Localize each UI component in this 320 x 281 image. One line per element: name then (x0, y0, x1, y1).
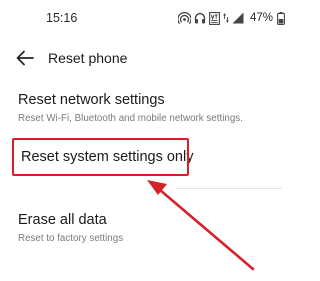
headphones-icon (194, 12, 206, 24)
divider (176, 188, 282, 189)
item-title: Reset system settings only (21, 149, 194, 165)
volte-icon (209, 11, 220, 25)
top-app-bar: Reset phone (0, 40, 300, 76)
arrow-left-icon (14, 50, 36, 72)
data-arrows-icon (223, 12, 229, 24)
battery-percent: 47% (250, 12, 274, 24)
status-time: 15:16 (46, 11, 78, 25)
battery-icon (277, 11, 285, 25)
reset-system-settings-item[interactable]: Reset system settings only (0, 137, 300, 179)
signal-icon (232, 12, 244, 24)
status-bar: 15:16 47% (0, 0, 300, 38)
item-title: Reset network settings (18, 92, 165, 108)
back-button[interactable] (14, 48, 36, 68)
status-icons: 47% (178, 11, 285, 25)
hotspot-icon (178, 12, 191, 24)
item-subtitle: Reset Wi-Fi, Bluetooth and mobile networ… (18, 113, 243, 124)
page-title: Reset phone (48, 50, 128, 66)
erase-all-data-item[interactable]: Erase all data Reset to factory settings (0, 203, 300, 251)
item-title: Erase all data (18, 212, 107, 228)
reset-network-settings-item[interactable]: Reset network settings Reset Wi-Fi, Blue… (0, 86, 300, 132)
item-subtitle: Reset to factory settings (18, 233, 124, 244)
